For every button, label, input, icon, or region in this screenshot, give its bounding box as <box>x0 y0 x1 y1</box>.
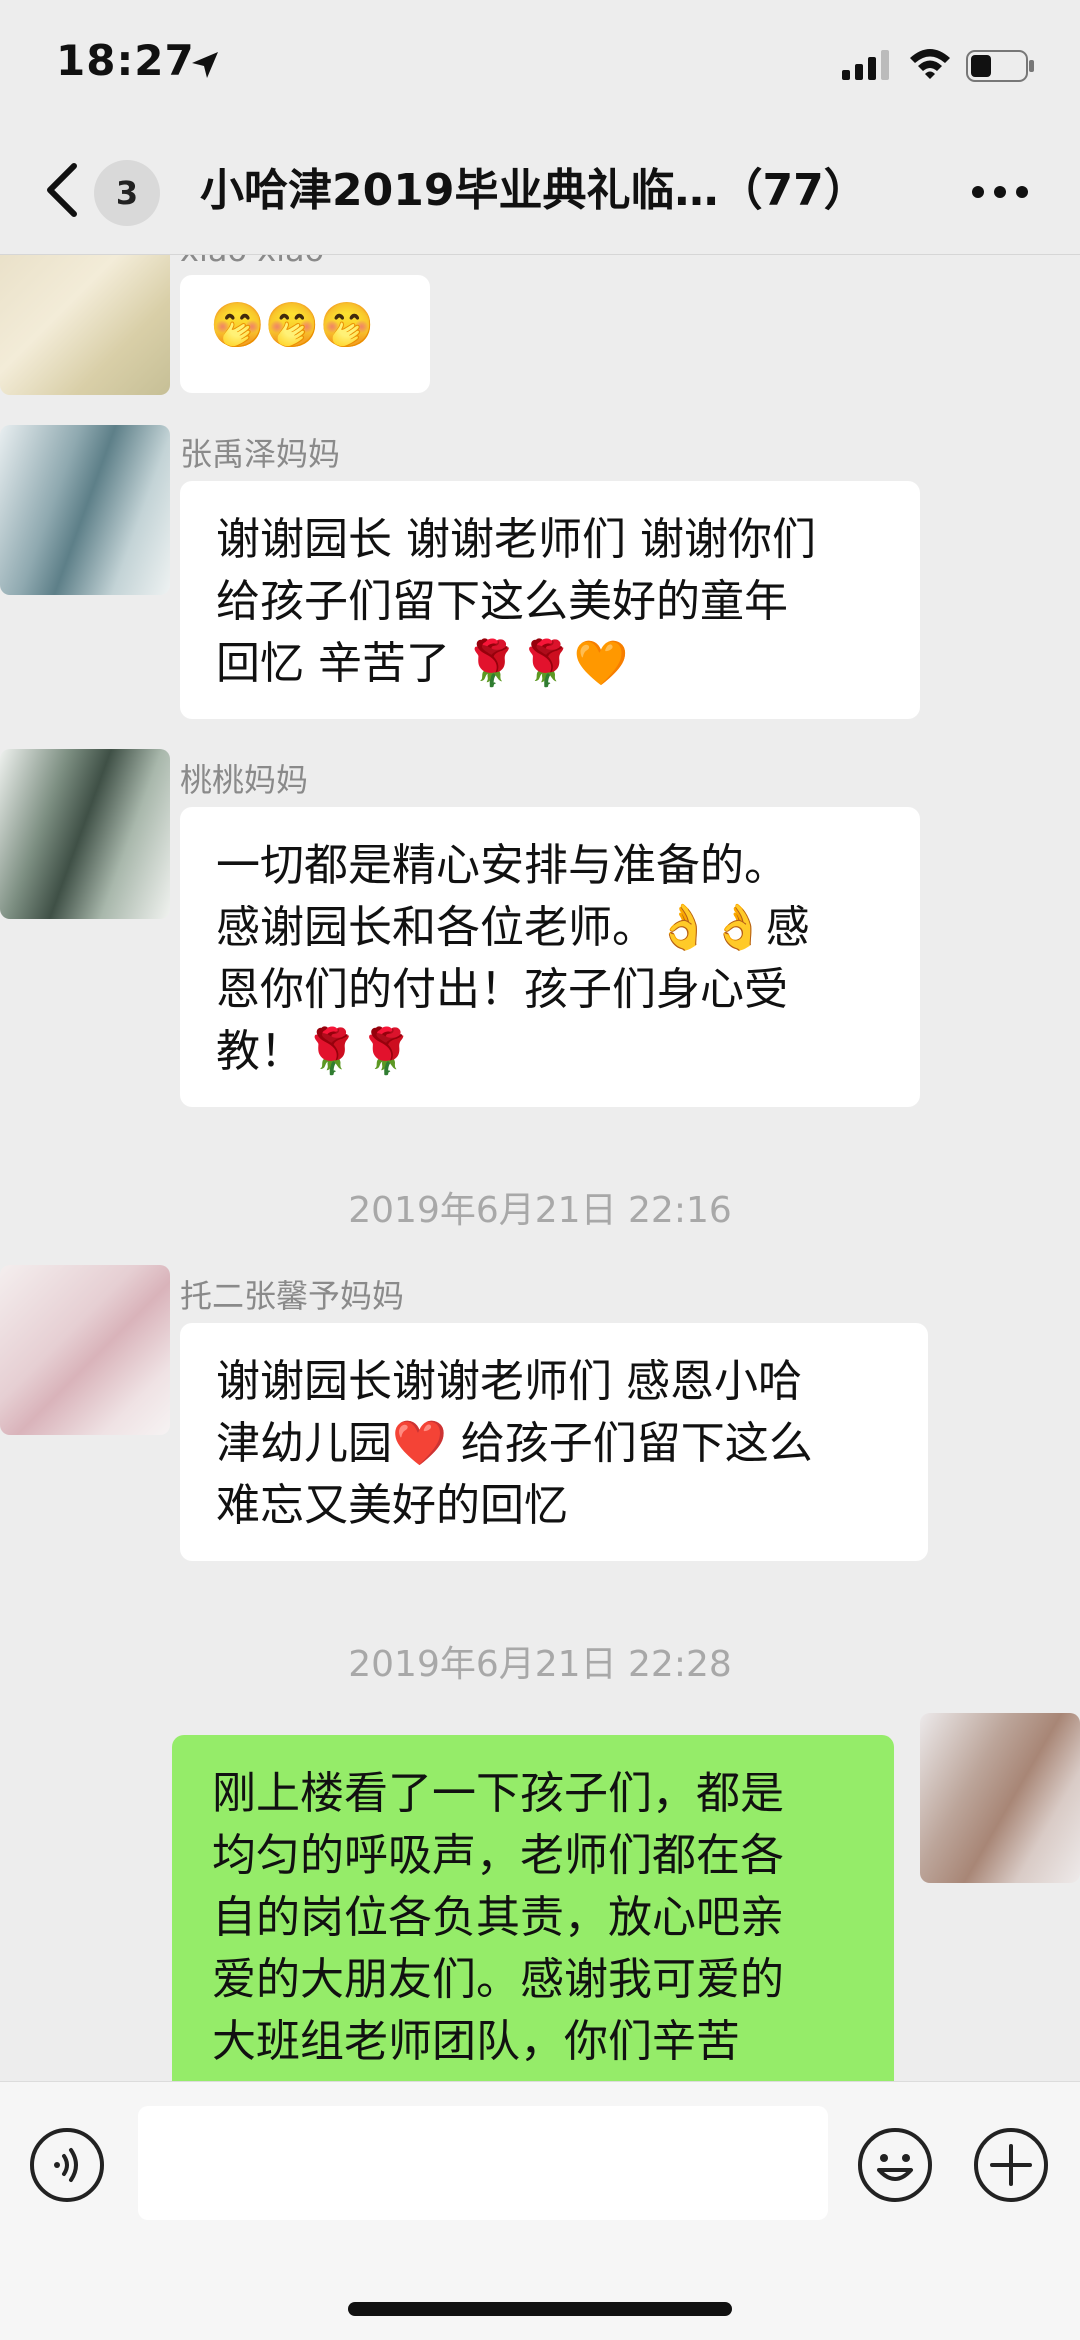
chat-title: 小哈津2019毕业典礼临…（77） <box>200 165 868 216</box>
message-line: 谢谢园长谢谢老师们 感恩小哈 <box>216 1356 802 1407</box>
avatar[interactable] <box>0 255 170 395</box>
message-line: 给孩子们留下这么美好的童年 <box>216 576 788 627</box>
location-arrow-icon <box>190 50 220 84</box>
message-bubble[interactable]: 一切都是精心安排与准备的。 感谢园长和各位老师。👌👌感 恩你们的付出！孩子们身心… <box>180 807 920 1107</box>
avatar[interactable] <box>0 749 170 919</box>
message-line: 均匀的呼吸声，老师们都在各 <box>212 1830 784 1881</box>
avatar[interactable] <box>0 1265 170 1435</box>
status-bar: 18:27 <box>0 0 1080 130</box>
message-text: 🤭🤭🤭 <box>210 300 375 351</box>
signal-icon <box>842 50 892 84</box>
message-bubble[interactable]: 谢谢园长谢谢老师们 感恩小哈 津幼儿园❤️ 给孩子们留下这么 难忘又美好的回忆 <box>180 1323 928 1561</box>
message-line: 回忆 辛苦了 🌹🌹🧡 <box>216 638 629 689</box>
message-line: 了！优秀 <box>212 2073 854 2081</box>
message-line: 大班组老师团队，你们辛苦 <box>212 2016 740 2067</box>
message-bubble[interactable]: 谢谢园长 谢谢老师们 谢谢你们 给孩子们留下这么美好的童年 回忆 辛苦了 🌹🌹🧡 <box>180 481 920 719</box>
own-avatar[interactable] <box>920 1713 1080 1883</box>
message-line: 爱的大朋友们。感谢我可爱的 <box>212 1954 784 2005</box>
message-line: 教！🌹🌹 <box>216 1026 414 1077</box>
plus-icon[interactable] <box>972 2126 1050 2204</box>
message-line: 一切都是精心安排与准备的。 <box>216 840 788 891</box>
timestamp: 2019年6月21日 22:16 <box>348 1190 732 1231</box>
avatar[interactable] <box>0 425 170 595</box>
chat-input-bar <box>0 2081 1080 2340</box>
message-line: 自的岗位各负其责，放心吧亲 <box>212 1892 784 1943</box>
battery-icon <box>966 50 1036 86</box>
message-line: 津幼儿园❤️ 给孩子们留下这么 <box>216 1418 813 1469</box>
voice-icon[interactable] <box>28 2126 106 2204</box>
back-chevron-icon[interactable] <box>42 160 82 220</box>
timestamp: 2019年6月21日 22:28 <box>348 1644 732 1685</box>
message-list[interactable]: xiao xiao 🤭🤭🤭 张禹泽妈妈 谢谢园长 谢谢老师们 谢谢你们 给孩子们… <box>0 255 1080 2081</box>
message-input[interactable] <box>138 2106 828 2220</box>
wifi-icon <box>908 46 952 84</box>
home-indicator <box>348 2302 732 2316</box>
message-line: 刚上楼看了一下孩子们，都是 <box>212 1768 784 1819</box>
sender-name: 桃桃妈妈 <box>180 761 309 799</box>
more-icon[interactable] <box>970 184 1030 204</box>
chat-header: 3 小哈津2019毕业典礼临…（77） <box>0 130 1080 255</box>
message-line: 感谢园长和各位老师。👌👌感 <box>216 902 810 953</box>
message-line: 恩你们的付出！孩子们身心受 <box>216 964 788 1015</box>
sender-name: xiao xiao <box>180 255 324 269</box>
status-time: 18:27 <box>56 36 195 85</box>
unread-count-badge[interactable]: 3 <box>94 160 160 226</box>
message-bubble[interactable]: 🤭🤭🤭 <box>180 275 430 393</box>
message-line: 难忘又美好的回忆 <box>216 1480 568 1531</box>
sender-name: 托二张馨予妈妈 <box>180 1277 405 1315</box>
own-message-bubble[interactable]: 刚上楼看了一下孩子们，都是 均匀的呼吸声，老师们都在各 自的岗位各负其责，放心吧… <box>172 1735 894 2081</box>
sender-name: 张禹泽妈妈 <box>180 435 341 473</box>
emoji-icon[interactable] <box>856 2126 934 2204</box>
message-line: 谢谢园长 谢谢老师们 谢谢你们 <box>216 514 816 565</box>
